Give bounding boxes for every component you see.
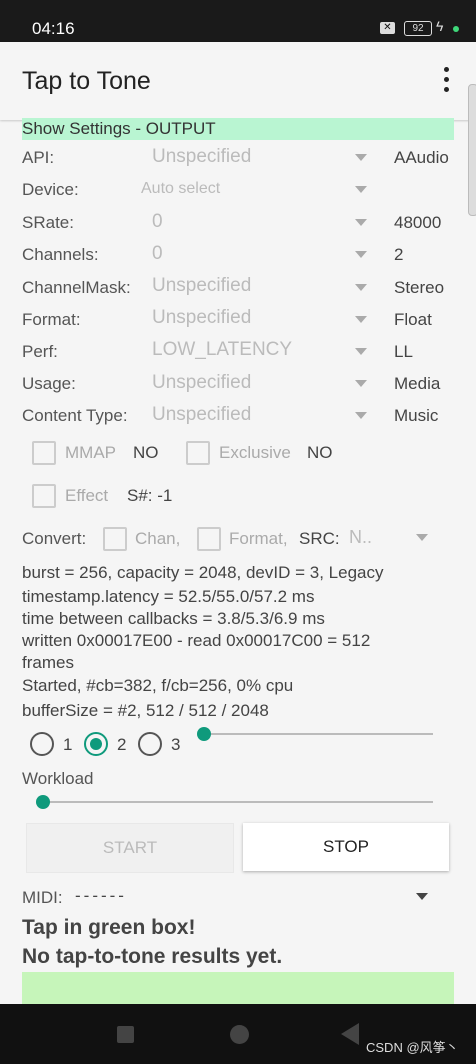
api-dropdown-icon[interactable]: [355, 154, 367, 161]
midi-dropdown-icon[interactable]: [416, 893, 428, 900]
mmap-checkbox[interactable]: [32, 441, 56, 465]
srate-dropdown-icon[interactable]: [355, 219, 367, 226]
status-bar: 04:16 ✕ 92 ϟ: [0, 0, 476, 42]
api-spinner[interactable]: Unspecified: [152, 146, 251, 168]
stat-line: burst = 256, capacity = 2048, devID = 3,…: [22, 563, 384, 582]
device-dropdown-icon[interactable]: [355, 186, 367, 193]
api-actual: AAudio: [394, 148, 449, 167]
buffer-radio-1[interactable]: [30, 732, 54, 756]
format-dropdown-icon[interactable]: [355, 316, 367, 323]
src-label: SRC:: [299, 529, 340, 548]
channels-actual: 2: [394, 245, 404, 264]
tap-area[interactable]: [22, 972, 454, 1008]
usage-spinner[interactable]: Unspecified: [152, 372, 251, 394]
format-label: Format:: [22, 310, 81, 329]
home-icon[interactable]: [230, 1025, 249, 1044]
tap-result: No tap-to-tone results yet.: [22, 945, 283, 968]
session-id: S#: -1: [127, 486, 173, 505]
content-type-dropdown-icon[interactable]: [355, 412, 367, 419]
exclusive-value: NO: [307, 443, 333, 462]
midi-label: MIDI:: [22, 888, 63, 907]
buffer-slider-thumb[interactable]: [197, 727, 211, 741]
perf-spinner[interactable]: LOW_LATENCY: [152, 339, 292, 361]
stop-button[interactable]: STOP: [243, 823, 449, 871]
workload-slider-track[interactable]: [43, 801, 433, 803]
indicator-dot-icon: [453, 26, 459, 32]
convert-chan-label: Chan,: [135, 529, 181, 548]
stat-line: frames: [22, 653, 74, 672]
perf-actual: LL: [394, 342, 413, 361]
channels-label: Channels:: [22, 245, 99, 264]
usage-label: Usage:: [22, 374, 76, 393]
battery-icon: 92: [404, 21, 432, 36]
convert-format-checkbox[interactable]: [197, 527, 221, 551]
exclusive-checkbox[interactable]: [186, 441, 210, 465]
watermark: CSDN @风筝丶: [366, 1040, 459, 1055]
format-spinner[interactable]: Unspecified: [152, 307, 251, 329]
app-title: Tap to Tone: [22, 67, 151, 95]
format-actual: Float: [394, 310, 432, 329]
device-spinner[interactable]: Auto select: [141, 180, 220, 198]
src-spinner[interactable]: N..: [349, 527, 372, 548]
midi-spinner[interactable]: ------: [75, 886, 127, 906]
back-icon[interactable]: [341, 1023, 359, 1045]
perf-dropdown-icon[interactable]: [355, 348, 367, 355]
scrollbar[interactable]: [468, 84, 476, 216]
convert-chan-checkbox[interactable]: [103, 527, 127, 551]
workload-label: Workload: [22, 769, 94, 788]
effect-checkbox[interactable]: [32, 484, 56, 508]
status-time: 04:16: [32, 19, 75, 38]
buffer-slider-track[interactable]: [204, 733, 433, 735]
content-type-actual: Music: [394, 406, 439, 425]
show-settings-toggle[interactable]: Show Settings - OUTPUT: [22, 118, 454, 140]
srate-spinner[interactable]: 0: [152, 211, 163, 233]
srate-label: SRate:: [22, 213, 74, 232]
content-type-label: Content Type:: [22, 406, 128, 425]
api-label: API:: [22, 148, 55, 167]
workload-slider-thumb[interactable]: [36, 795, 50, 809]
device-label: Device:: [22, 180, 79, 199]
buffer-radio-3[interactable]: [138, 732, 162, 756]
convert-label: Convert:: [22, 529, 87, 548]
stat-line: timestamp.latency = 52.5/55.0/57.2 ms: [22, 587, 315, 606]
charging-icon: ϟ: [436, 18, 444, 34]
exclusive-label: Exclusive: [219, 443, 291, 462]
stat-line: time between callbacks = 3.8/5.3/6.9 ms: [22, 609, 325, 628]
stat-line: written 0x00017E00 - read 0x00017C00 = 5…: [22, 631, 371, 650]
mmap-value: NO: [133, 443, 159, 462]
effect-label: Effect: [65, 486, 109, 505]
tap-instruction: Tap in green box!: [22, 916, 196, 939]
usage-dropdown-icon[interactable]: [355, 380, 367, 387]
buffer-radio-3-label: 3: [171, 735, 181, 754]
buffer-radio-2-label: 2: [117, 735, 127, 754]
content-type-spinner[interactable]: Unspecified: [152, 404, 251, 426]
stat-line: Started, #cb=382, f/cb=256, 0% cpu: [22, 676, 294, 695]
recents-icon[interactable]: [117, 1026, 134, 1043]
channelmask-dropdown-icon[interactable]: [355, 284, 367, 291]
channelmask-actual: Stereo: [394, 278, 445, 297]
start-button[interactable]: START: [26, 823, 234, 873]
srate-actual: 48000: [394, 213, 442, 232]
overflow-menu-icon[interactable]: [438, 67, 454, 97]
convert-format-label: Format,: [229, 529, 288, 548]
buffer-radio-2[interactable]: [84, 732, 108, 756]
usage-actual: Media: [394, 374, 441, 393]
stat-line: bufferSize = #2, 512 / 512 / 2048: [22, 701, 269, 720]
channels-dropdown-icon[interactable]: [355, 251, 367, 258]
channels-spinner[interactable]: 0: [152, 243, 163, 265]
notification-close-icon: ✕: [380, 22, 395, 34]
perf-label: Perf:: [22, 342, 58, 361]
channelmask-label: ChannelMask:: [22, 278, 131, 297]
mmap-label: MMAP: [65, 443, 116, 462]
channelmask-spinner[interactable]: Unspecified: [152, 275, 251, 297]
app-bar: Tap to Tone: [0, 42, 476, 120]
src-dropdown-icon[interactable]: [416, 534, 428, 541]
buffer-radio-1-label: 1: [63, 735, 73, 754]
